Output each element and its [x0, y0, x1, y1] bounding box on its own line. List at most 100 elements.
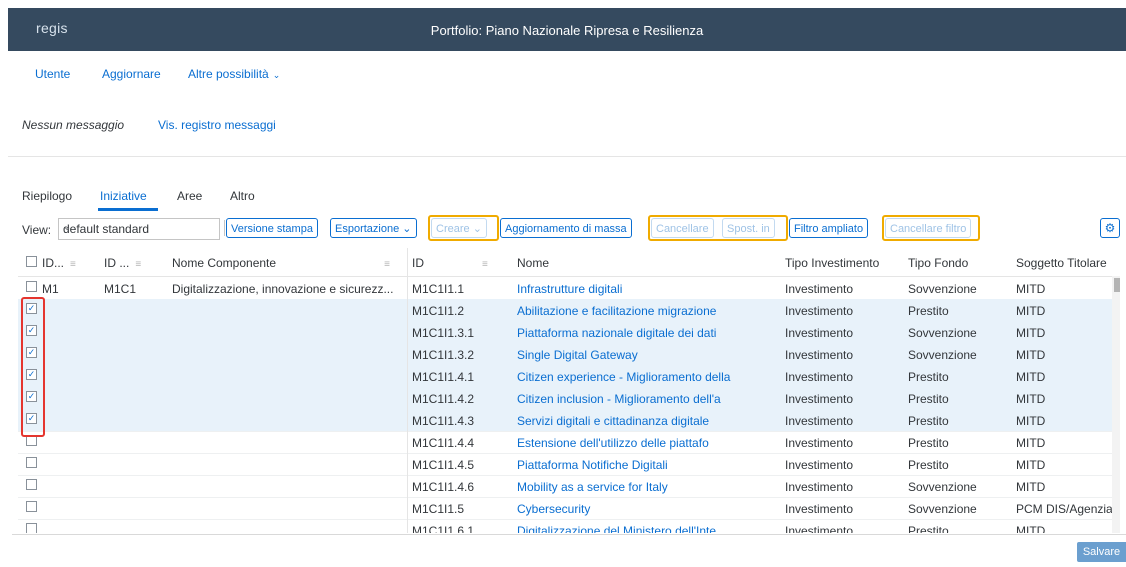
cell-tipo-investimento: Investimento: [785, 326, 854, 340]
table-row[interactable]: ✓ M1C1I1.3.1 Piattaforma nazionale digital…: [18, 321, 1112, 344]
cell-id: M1C1I1.5: [412, 502, 465, 516]
cell-nome[interactable]: Single Digital Gateway: [517, 348, 777, 362]
cell-nome[interactable]: Citizen inclusion - Miglioramento dell'a: [517, 392, 777, 406]
cell-soggetto-titolare: MITD: [1016, 326, 1046, 340]
menu-item-aggiornare[interactable]: Aggiornare: [102, 67, 161, 81]
row-checkbox[interactable]: [26, 479, 37, 490]
row-checkbox[interactable]: [26, 501, 37, 512]
cell-soggetto-titolare: MITD: [1016, 392, 1046, 406]
table-row[interactable]: M1C1I1.4.6 Mobility as a service for Ita…: [18, 475, 1112, 498]
toolbar-separator: [224, 220, 225, 236]
gear-icon[interactable]: ⚙: [1100, 218, 1120, 238]
cell-nome[interactable]: Estensione dell'utilizzo delle piattafo: [517, 436, 777, 450]
chevron-down-icon: ⌄: [272, 70, 281, 80]
table-row[interactable]: M1 M1C1 Digitalizzazione, innovazione e si…: [18, 277, 1112, 300]
cell-id: M1C1I1.4.3: [412, 414, 475, 428]
footer-bar: Salvare: [12, 534, 1126, 565]
cell-nome[interactable]: Citizen experience - Miglioramento della: [517, 370, 777, 384]
table-header: ID... ≡ ID ... ≡ Nome Componente ≡ ID ≡ Nome…: [18, 248, 1120, 277]
chevron-down-icon: ⌄: [472, 223, 482, 235]
view-select[interactable]: default standard ⌄: [58, 218, 220, 240]
menu-item-altre-possibilita[interactable]: Altre possibilità ⌄: [188, 67, 280, 81]
cell-id: M1C1I1.4.1: [412, 370, 475, 384]
column-header-mission[interactable]: ID... ≡: [42, 256, 102, 270]
column-header-label: ID: [412, 256, 424, 270]
column-header-label: Nome Componente: [172, 256, 277, 270]
save-button[interactable]: Salvare: [1077, 542, 1126, 562]
cell-nome[interactable]: Digitalizzazione del Ministero dell'Inte: [517, 524, 777, 533]
cell-nome[interactable]: Servizi digitali e cittadinanza digitale: [517, 414, 777, 428]
mass-update-button[interactable]: Aggiornamento di massa: [500, 218, 632, 238]
cell-nome[interactable]: Infrastrutture digitali: [517, 282, 777, 296]
column-header-id[interactable]: ID ≡: [412, 256, 508, 270]
table-row[interactable]: M1C1I1.6.1 Digitalizzazione del Ministero…: [18, 519, 1112, 533]
row-checkbox[interactable]: [26, 457, 37, 468]
cell-nome[interactable]: Piattaforma nazionale digitale dei dati: [517, 326, 777, 340]
export-button[interactable]: Esportazione ⌄: [330, 218, 417, 238]
column-header-tipo-fondo[interactable]: Tipo Fondo: [908, 256, 1008, 270]
table-row[interactable]: ✓ M1C1I1.4.1 Citizen experience - Migliora…: [18, 365, 1112, 388]
clear-filter-button[interactable]: Cancellare filtro: [885, 218, 972, 238]
cell-tipo-investimento: Investimento: [785, 282, 854, 296]
column-header-nome-componente[interactable]: Nome Componente ≡: [172, 256, 402, 270]
message-log-link[interactable]: Vis. registro messaggi: [158, 118, 276, 132]
row-checkbox[interactable]: [26, 281, 37, 292]
cell-nome[interactable]: Cybersecurity: [517, 502, 777, 516]
cell-soggetto-titolare: MITD: [1016, 480, 1046, 494]
table-row[interactable]: M1C1I1.4.4 Estensione dell'utilizzo dell…: [18, 431, 1112, 454]
cell-tipo-investimento: Investimento: [785, 414, 854, 428]
cell-tipo-investimento: Investimento: [785, 392, 854, 406]
tab-aree[interactable]: Aree: [177, 189, 202, 203]
fixed-column-divider: [407, 248, 408, 533]
create-button[interactable]: Creare ⌄: [431, 218, 487, 238]
cell-nome[interactable]: Mobility as a service for Italy: [517, 480, 777, 494]
cell-nome[interactable]: Abilitazione e facilitazione migrazione: [517, 304, 777, 318]
menu-item-label: Altre possibilità: [188, 67, 269, 81]
cell-tipo-fondo: Prestito: [908, 304, 949, 318]
cell-id: M1C1I1.3.2: [412, 348, 475, 362]
column-header-component[interactable]: ID ... ≡: [104, 256, 164, 270]
cell-tipo-investimento: Investimento: [785, 348, 854, 362]
table-row[interactable]: ✓ M1C1I1.3.2 Single Digital Gateway Invest…: [18, 343, 1112, 366]
cell-tipo-fondo: Sovvenzione: [908, 282, 977, 296]
sort-icon: ≡: [70, 259, 76, 270]
extended-filter-button[interactable]: Filtro ampliato: [789, 218, 869, 238]
cell-soggetto-titolare: MITD: [1016, 458, 1046, 472]
table-row[interactable]: M1C1I1.4.5 Piattaforma Notifiche Digital…: [18, 453, 1112, 476]
export-button-label: Esportazione: [335, 223, 400, 235]
delete-button[interactable]: Cancellare: [651, 218, 714, 238]
table-row[interactable]: ✓ M1C1I1.4.2 Citizen inclusion - Miglioram…: [18, 387, 1112, 410]
column-header-soggetto-titolare[interactable]: Soggetto Titolare: [1016, 256, 1112, 270]
move-to-button[interactable]: Spost. in: [722, 218, 775, 238]
tab-riepilogo[interactable]: Riepilogo: [22, 189, 72, 203]
cell-tipo-fondo: Sovvenzione: [908, 326, 977, 340]
cell-id: M1C1I1.2: [412, 304, 465, 318]
table-row[interactable]: M1C1I1.5 Cybersecurity Investimento Sovvenz…: [18, 497, 1112, 520]
cell-tipo-fondo: Prestito: [908, 370, 949, 384]
row-checkbox[interactable]: [26, 523, 37, 533]
cell-nome[interactable]: Piattaforma Notifiche Digitali: [517, 458, 777, 472]
select-all-checkbox[interactable]: [26, 256, 37, 267]
sort-icon: ≡: [384, 259, 390, 270]
table-toolbar: View: default standard ⌄ Versione stampa…: [8, 215, 1126, 243]
tab-altro[interactable]: Altro: [230, 189, 255, 203]
vertical-scrollbar[interactable]: [1112, 276, 1120, 533]
cell-tipo-investimento: Investimento: [785, 524, 854, 533]
scrollbar-thumb[interactable]: [1114, 278, 1120, 292]
cell-id: M1C1I1.1: [412, 282, 465, 296]
column-header-label: ID...: [42, 256, 65, 270]
cell-soggetto-titolare: MITD: [1016, 348, 1046, 362]
cell-tipo-investimento: Investimento: [785, 458, 854, 472]
column-header-tipo-investimento[interactable]: Tipo Investimento: [785, 256, 895, 270]
column-header-nome[interactable]: Nome: [517, 256, 777, 270]
table-row[interactable]: ✓ M1C1I1.4.3 Servizi digitali e cittadinan…: [18, 409, 1112, 432]
cell-tipo-investimento: Investimento: [785, 436, 854, 450]
menu-item-utente[interactable]: Utente: [35, 67, 70, 81]
table-row[interactable]: ✓ M1C1I1.2 Abilitazione e facilitazione mi…: [18, 299, 1112, 322]
cell-tipo-fondo: Prestito: [908, 392, 949, 406]
cell-soggetto-titolare: MITD: [1016, 414, 1046, 428]
chevron-down-icon: ⌄: [402, 223, 412, 235]
print-version-button[interactable]: Versione stampa: [226, 218, 318, 238]
cell-tipo-fondo: Prestito: [908, 524, 949, 533]
tab-iniziative[interactable]: Iniziative: [100, 189, 147, 203]
